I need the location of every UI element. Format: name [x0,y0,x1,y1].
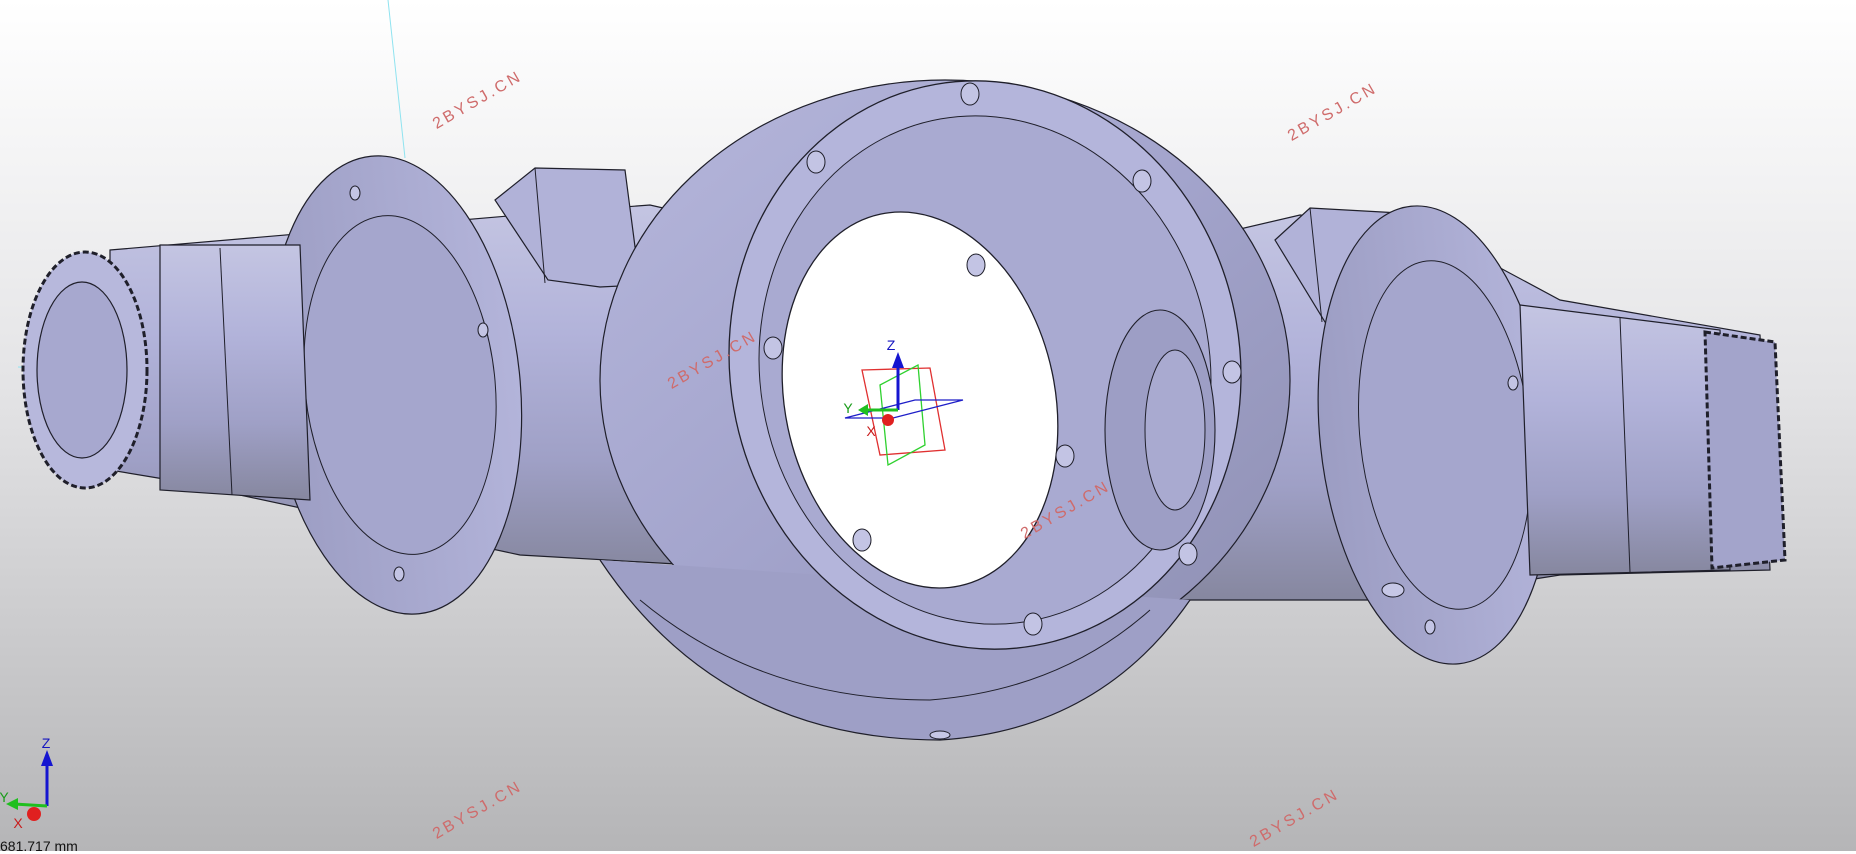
axle-housing-model[interactable]: Z Y X Z Y X [0,0,1856,851]
right-splined-end [1703,330,1787,570]
origin-y-label: Y [843,400,853,416]
scale-readout: 681.717 mm [0,838,78,854]
construction-line [387,0,406,159]
left-spindle [159,244,311,501]
origin-x-label: X [866,423,876,439]
3d-viewport[interactable]: Z Y X Z Y X 2BYSJ.CN 2BYSJ.CN 2BYSJ.CN 2… [0,0,1856,854]
corner-z-label: Z [42,735,51,751]
corner-orientation-triad[interactable]: Z Y X [0,735,53,831]
corner-x-label: X [13,815,23,831]
corner-y-label: Y [0,789,9,805]
origin-z-label: Z [887,337,896,353]
